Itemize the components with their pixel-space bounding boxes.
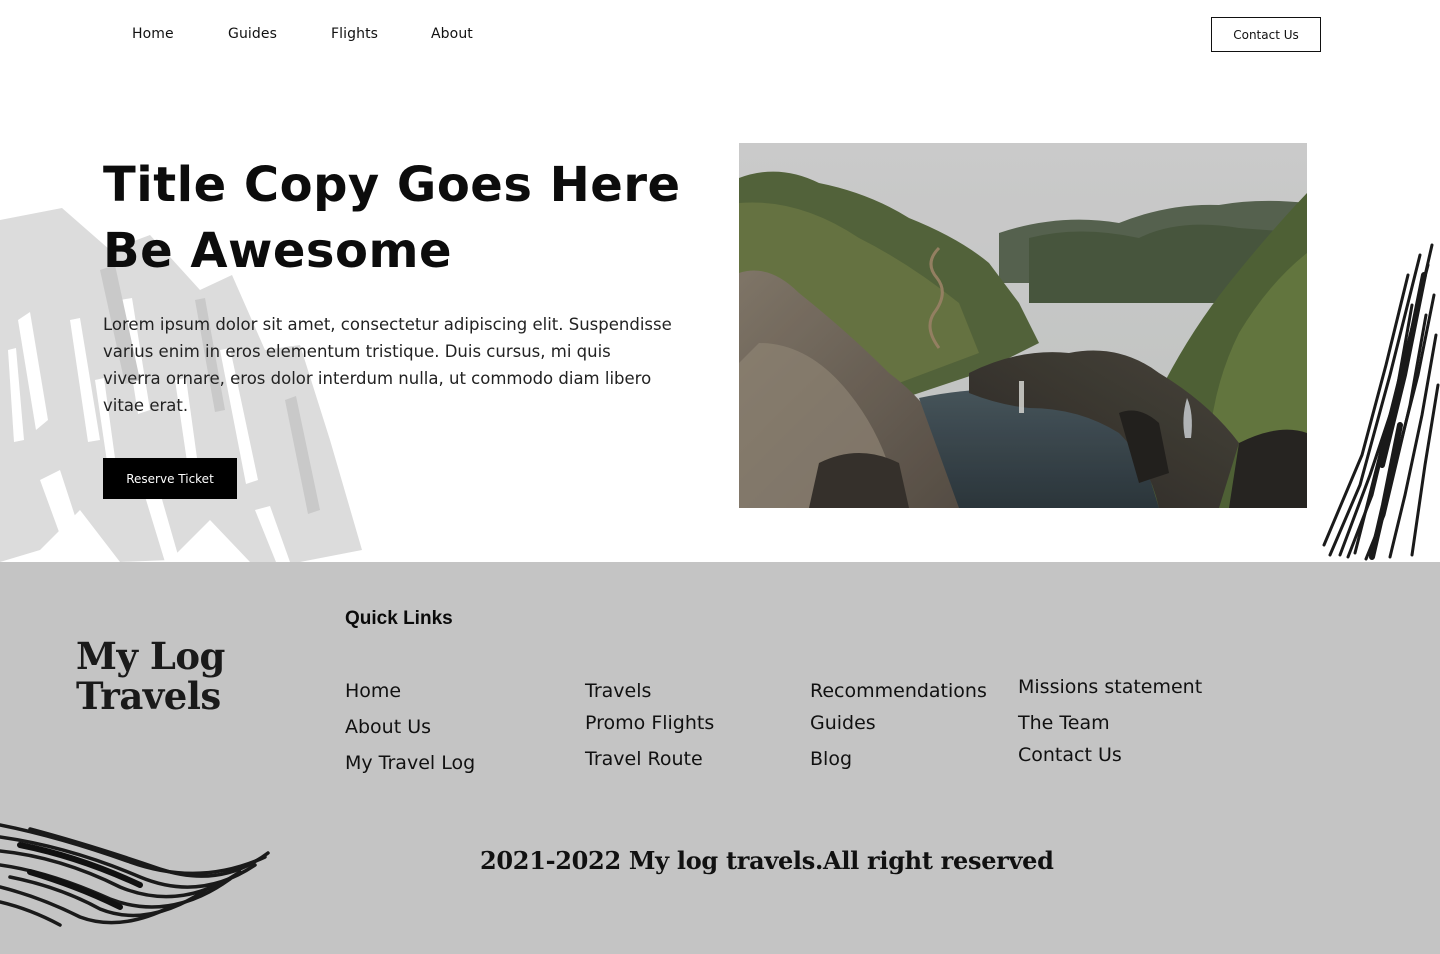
footer-link-missions-statement[interactable]: Missions statement (1018, 676, 1202, 698)
hero-description: Lorem ipsum dolor sit amet, consectetur … (103, 315, 672, 415)
nav-link-about[interactable]: About (431, 26, 473, 42)
top-navigation: Home Guides Flights About Contact Us (0, 0, 1440, 70)
nav-link-home[interactable]: Home (132, 26, 174, 42)
footer-link-my-travel-log[interactable]: My Travel Log (345, 752, 475, 774)
footer-link-the-team[interactable]: The Team (1018, 712, 1110, 734)
footer-link-travels[interactable]: Travels (585, 680, 651, 702)
contact-us-button[interactable]: Contact Us (1211, 17, 1321, 52)
scribble-decoration (1322, 243, 1440, 561)
quick-links-heading: Quick Links (345, 608, 453, 629)
scribble-decoration-footer (0, 823, 270, 927)
footer-link-blog[interactable]: Blog (810, 748, 852, 770)
hero-section: Title Copy Goes Here Be Awesome Lorem ip… (0, 0, 1440, 562)
nav-link-guides[interactable]: Guides (228, 26, 277, 42)
reserve-ticket-button[interactable]: Reserve Ticket (103, 458, 237, 499)
footer-logo[interactable]: My Log Travels (76, 636, 225, 716)
copyright-text: 2021-2022 My log travels.All right reser… (480, 846, 1054, 875)
hero-title: Title Copy Goes Here Be Awesome (103, 152, 703, 284)
footer-link-contact-us[interactable]: Contact Us (1018, 744, 1122, 766)
site-footer: My Log Travels Quick Links Home About Us… (0, 562, 1440, 954)
hero-title-line-2: Be Awesome (103, 223, 453, 279)
footer-link-travel-route[interactable]: Travel Route (585, 748, 703, 770)
nav-link-flights[interactable]: Flights (331, 26, 378, 42)
footer-logo-line-2: Travels (76, 674, 221, 718)
landscape-photo (739, 143, 1307, 508)
footer-link-home[interactable]: Home (345, 680, 401, 702)
hero-title-line-1: Title Copy Goes Here (103, 157, 681, 213)
footer-link-recommendations[interactable]: Recommendations (810, 680, 987, 702)
footer-link-guides[interactable]: Guides (810, 712, 876, 734)
footer-link-promo-flights[interactable]: Promo Flights (585, 712, 714, 734)
footer-logo-line-1: My Log (76, 634, 225, 678)
footer-link-about-us[interactable]: About Us (345, 716, 431, 738)
